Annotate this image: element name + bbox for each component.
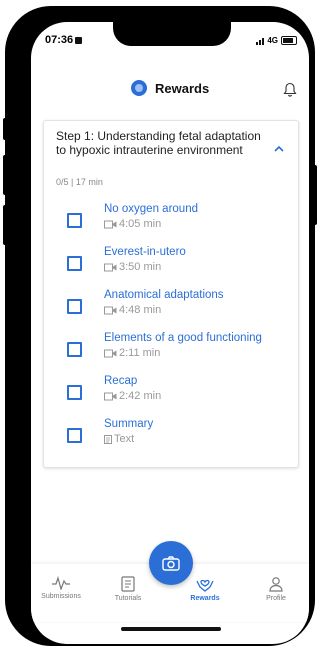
list-item[interactable]: Recap 2:42 min — [44, 375, 298, 415]
page-title: Rewards — [155, 80, 210, 96]
battery-icon — [281, 36, 297, 45]
item-duration: 4:05 min — [119, 218, 162, 230]
notch — [113, 22, 231, 46]
video-icon — [104, 392, 117, 400]
app-header: Rewards — [31, 80, 309, 104]
step-card: Step 1: Understanding fetal adaptation t… — [43, 120, 299, 468]
video-icon — [104, 306, 117, 314]
item-title[interactable]: Elements of a good functioning — [104, 332, 262, 344]
item-checkbox[interactable] — [67, 256, 82, 271]
pulse-icon — [52, 576, 70, 590]
camera-button[interactable] — [149, 541, 193, 585]
status-indicators: 4G — [256, 36, 297, 45]
item-checkbox[interactable] — [67, 385, 82, 400]
item-checkbox[interactable] — [67, 428, 82, 443]
video-icon — [104, 263, 117, 271]
camera-icon — [162, 555, 180, 571]
notification-bell-icon[interactable] — [283, 82, 297, 103]
item-checkbox[interactable] — [67, 342, 82, 357]
hands-heart-icon — [196, 579, 214, 592]
video-icon — [104, 349, 117, 357]
video-icon — [104, 220, 117, 228]
list-item[interactable]: No oxygen around 4:05 min — [44, 203, 298, 243]
nav-tutorials[interactable]: Tutorials — [98, 576, 158, 602]
item-title[interactable]: Everest-in-utero — [104, 246, 186, 258]
app-screen: 07:36 4G Rewards Step 1: Understanding f… — [31, 22, 309, 644]
list-item[interactable]: Elements of a good functioning 2:11 min — [44, 332, 298, 372]
item-type: Text — [114, 433, 135, 445]
status-time: 07:36 — [45, 34, 83, 46]
item-title[interactable]: Recap — [104, 375, 137, 387]
item-duration: 3:50 min — [119, 261, 162, 273]
phone-frame: 07:36 4G Rewards Step 1: Understanding f… — [5, 6, 315, 646]
step-title: Step 1: Understanding fetal adaptation t… — [56, 129, 261, 157]
list-item[interactable]: Everest-in-utero 3:50 min — [44, 246, 298, 286]
step-progress-meta: 0/5 | 17 min — [56, 177, 103, 187]
list-item[interactable]: Summary Text — [44, 418, 298, 458]
book-icon — [121, 576, 135, 592]
list-item[interactable]: Anatomical adaptations 4:48 min — [44, 289, 298, 329]
home-indicator[interactable] — [121, 627, 221, 631]
item-checkbox[interactable] — [67, 213, 82, 228]
item-duration: 2:11 min — [119, 347, 161, 359]
lock-icon — [75, 37, 83, 44]
item-title[interactable]: Summary — [104, 418, 153, 430]
signal-icon — [256, 37, 265, 45]
network-label: 4G — [267, 36, 278, 45]
nav-submissions[interactable]: Submissions — [31, 576, 91, 600]
chevron-up-icon[interactable] — [274, 139, 284, 157]
item-checkbox[interactable] — [67, 299, 82, 314]
person-icon — [269, 577, 283, 592]
item-title[interactable]: Anatomical adaptations — [104, 289, 224, 301]
app-logo-icon — [131, 80, 147, 96]
item-duration: 2:42 min — [119, 390, 162, 402]
item-title[interactable]: No oxygen around — [104, 203, 198, 215]
nav-profile[interactable]: Profile — [246, 576, 306, 602]
text-icon — [104, 434, 112, 444]
item-duration: 4:48 min — [119, 304, 162, 316]
